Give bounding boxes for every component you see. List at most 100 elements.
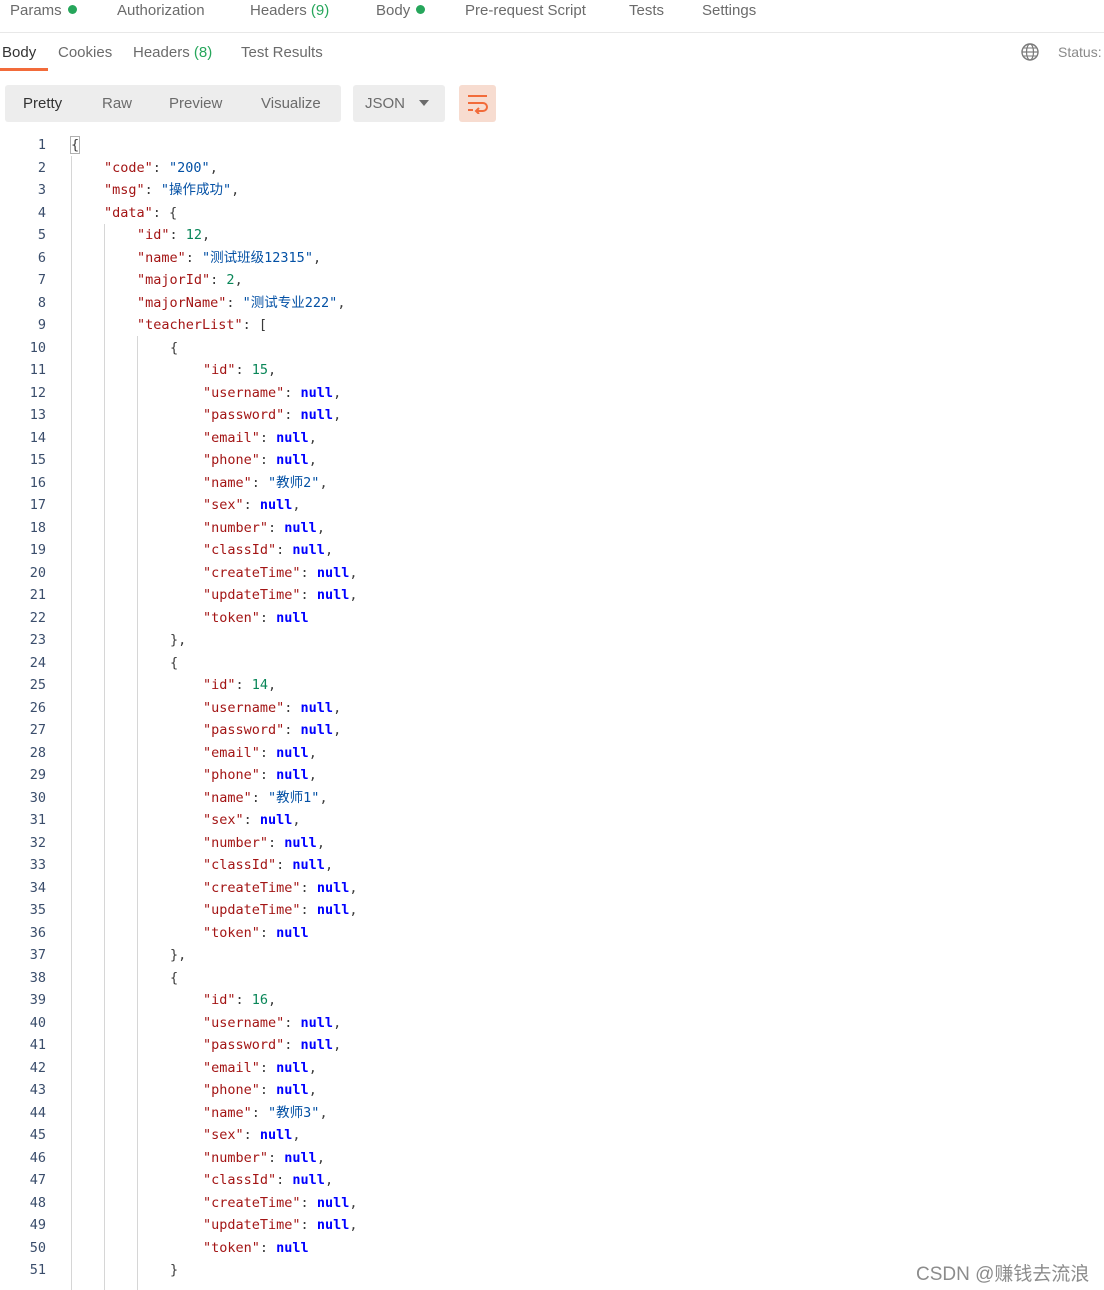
json-key: "id" — [203, 362, 236, 378]
json-punctuation: : — [276, 542, 293, 558]
view-raw-button[interactable]: Raw — [102, 94, 132, 114]
json-key: "name" — [137, 249, 186, 266]
json-null: null — [292, 542, 325, 558]
tab-label: Pre-request Script — [465, 2, 586, 19]
code-text: "id": 16, — [203, 989, 276, 1011]
json-punctuation: : — [259, 1239, 277, 1256]
code-text: "password": null, — [203, 1034, 341, 1056]
json-punctuation: , — [316, 1149, 325, 1166]
code-line: 40 "username": null, — [0, 1012, 1104, 1034]
line-number: 31 — [29, 812, 46, 828]
json-punctuation: { — [170, 969, 179, 986]
line-number: 13 — [29, 407, 46, 423]
code-line: 44 "name": "教师3", — [0, 1102, 1104, 1124]
line-number: 15 — [29, 452, 46, 468]
code-text: "sex": null, — [203, 494, 301, 516]
line-number: 18 — [29, 519, 46, 536]
code-line: 42 "email": null, — [0, 1057, 1104, 1079]
response-tab-body[interactable]: Body — [2, 43, 36, 63]
tab-pre-request-script[interactable]: Pre-request Script — [465, 1, 586, 23]
json-punctuation: , — [349, 1217, 358, 1233]
view-pretty-button[interactable]: Pretty — [23, 94, 62, 114]
tab-settings[interactable]: Settings — [702, 1, 756, 23]
json-key: "name" — [203, 789, 252, 806]
view-visualize-button[interactable]: Visualize — [261, 94, 321, 114]
tab-label: Settings — [702, 2, 757, 19]
code-text: "token": null — [203, 1237, 309, 1259]
code-text: "createTime": null, — [203, 1192, 357, 1214]
code-line: 9 "teacherList": [ — [0, 314, 1104, 336]
json-punctuation: : — [300, 879, 317, 896]
json-null: null — [300, 1014, 334, 1031]
globe-icon[interactable] — [1020, 42, 1040, 62]
json-punctuation: : [ — [242, 317, 268, 333]
json-punctuation: : — [235, 362, 252, 378]
line-number: 26 — [29, 699, 46, 716]
json-null: null — [300, 1037, 334, 1053]
code-text: "updateTime": null, — [203, 1214, 357, 1236]
code-line: 15 "phone": null, — [0, 449, 1104, 471]
tab-tests[interactable]: Tests — [629, 1, 664, 23]
response-tab-test-results[interactable]: Test Results — [241, 43, 323, 63]
code-line: 25 "id": 14, — [0, 674, 1104, 696]
json-null: null — [276, 1239, 309, 1256]
response-body-editor[interactable]: 1{2 "code": "200", 3 "msg": "操作成功", 4 "data":… — [0, 134, 1104, 1290]
tab-authorization[interactable]: Authorization — [117, 1, 205, 23]
tab-body[interactable]: Body — [376, 1, 426, 23]
json-punctuation: : — [152, 159, 170, 176]
json-null: null — [300, 722, 334, 738]
view-preview-button[interactable]: Preview — [169, 94, 222, 114]
json-key: "password" — [203, 722, 285, 738]
wrap-lines-button[interactable] — [459, 85, 496, 122]
json-punctuation: , — [319, 1104, 328, 1121]
json-punctuation: : — [284, 699, 301, 716]
json-punctuation: , — [268, 677, 277, 693]
json-key: "code" — [104, 159, 153, 176]
json-key: "phone" — [203, 452, 260, 468]
active-dot-icon — [67, 5, 77, 14]
code-line: 20 "createTime": null, — [0, 562, 1104, 584]
format-selected-value: JSON — [365, 95, 406, 112]
line-number: 21 — [29, 587, 46, 603]
response-tab-headers[interactable]: Headers (8) — [133, 43, 212, 63]
line-number: 22 — [29, 609, 46, 626]
json-punctuation: , — [333, 699, 342, 716]
line-number: 28 — [29, 744, 46, 761]
tab-label: Headers — [250, 2, 307, 19]
code-text: "password": null, — [203, 719, 341, 741]
code-text: { — [170, 337, 178, 359]
line-number: 17 — [29, 497, 46, 513]
json-key: "number" — [203, 834, 269, 851]
json-punctuation: : { — [152, 204, 178, 221]
line-number: 24 — [29, 654, 46, 671]
json-key: "createTime" — [203, 564, 301, 581]
tab-label: Authorization — [117, 2, 205, 19]
code-text: "code": "200", — [104, 157, 218, 179]
code-line: 24 { — [0, 652, 1104, 674]
tab-label: Params — [10, 2, 62, 19]
json-punctuation: : — [259, 609, 277, 626]
line-number: 29 — [29, 767, 46, 783]
json-punctuation: }, — [170, 632, 187, 648]
code-line: 1{ — [0, 134, 1104, 156]
json-punctuation: : — [251, 474, 269, 491]
json-punctuation: : — [259, 744, 277, 761]
json-punctuation: , — [308, 767, 317, 783]
format-select[interactable]: JSON — [353, 85, 445, 122]
code-text: "phone": null, — [203, 764, 317, 786]
tab-headers[interactable]: Headers (9) — [250, 1, 329, 23]
line-number: 30 — [29, 789, 46, 806]
line-number: 43 — [29, 1082, 46, 1098]
json-key: "password" — [203, 407, 285, 423]
line-number: 32 — [29, 834, 46, 851]
json-punctuation: , — [312, 249, 322, 266]
tab-params[interactable]: Params — [10, 1, 77, 23]
json-key: "name" — [203, 474, 252, 491]
json-punctuation: { — [69, 136, 81, 154]
line-number: 12 — [29, 384, 46, 401]
response-tab-cookies[interactable]: Cookies — [58, 43, 112, 63]
json-string: "教师1" — [268, 789, 320, 806]
code-line: 23}, — [0, 629, 1104, 651]
json-key: "data" — [104, 204, 153, 221]
tab-label: Cookies — [58, 44, 113, 61]
